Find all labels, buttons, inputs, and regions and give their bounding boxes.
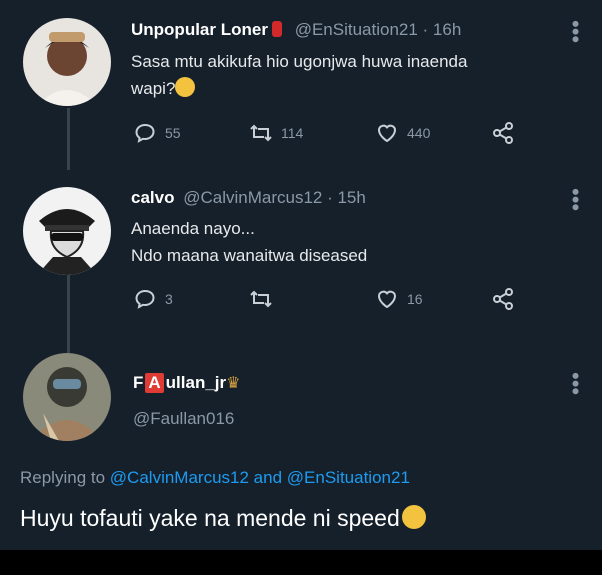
more-icon[interactable]: ••• — [563, 372, 588, 395]
share-button[interactable] — [491, 287, 515, 311]
letter-a-badge: A — [145, 373, 164, 393]
rose-icon — [271, 21, 282, 37]
timestamp[interactable]: · 16h — [423, 20, 462, 39]
thinking-emoji-icon — [175, 77, 196, 97]
reply-icon — [135, 123, 155, 143]
retweet-count: 114 — [281, 125, 304, 141]
display-name-part: F — [133, 373, 144, 392]
display-name[interactable]: F Aullan_jr — [133, 373, 227, 393]
tweet-header: calvo @CalvinMarcus12 · 15h — [131, 188, 366, 208]
more-icon[interactable]: ••• — [563, 20, 588, 43]
retweet-icon — [250, 290, 272, 308]
share-icon — [493, 122, 513, 144]
tweet-text: Anaenda nayo... Ndo maana wanaitwa disea… — [131, 215, 367, 269]
display-name[interactable]: Unpopular Loner — [131, 20, 268, 39]
handle-text: @Faullan016 — [133, 409, 235, 428]
tweet-text: Sasa mtu akikufa hio ugonjwa huwa inaend… — [131, 48, 467, 102]
reply-icon — [135, 289, 155, 309]
like-count: 16 — [407, 291, 423, 307]
like-icon — [377, 124, 397, 143]
bottom-bar — [0, 550, 602, 575]
tweet-text: Huyu tofauti yake na mende ni speed — [20, 505, 426, 532]
tweet-header: F Aullan_jr♛ — [133, 373, 240, 393]
reply-count: 55 — [165, 125, 181, 141]
crown-icon: ♛ — [226, 375, 241, 392]
retweet-icon — [250, 124, 272, 142]
display-name-part: ullan_jr — [165, 373, 227, 392]
display-name[interactable]: calvo — [131, 188, 174, 207]
avatar[interactable] — [23, 18, 111, 106]
share-icon — [493, 288, 513, 310]
like-button[interactable]: 440 — [375, 121, 430, 145]
mention-link[interactable]: @CalvinMarcus12 — [110, 468, 249, 487]
tweet-text-line: Sasa mtu akikufa hio ugonjwa huwa inaend… — [131, 52, 468, 71]
handle[interactable]: @Faullan016 — [133, 409, 234, 429]
replying-label: Replying to — [20, 468, 106, 487]
timestamp[interactable]: · 15h — [327, 188, 366, 207]
reply-button[interactable]: 55 — [133, 121, 181, 145]
share-button[interactable] — [491, 121, 515, 145]
retweet-button[interactable] — [249, 287, 281, 311]
tweet-text-line: wapi? — [131, 75, 467, 102]
avatar[interactable] — [23, 353, 111, 441]
cowboy-emoji-icon — [401, 505, 426, 529]
handle[interactable]: @EnSituation21 — [295, 20, 418, 39]
tweet-actions: 3 16 — [133, 287, 533, 311]
tweet-text-line: Anaenda nayo... — [131, 219, 255, 238]
like-icon — [377, 290, 397, 309]
reply-button[interactable]: 3 — [133, 287, 173, 311]
tweet-text-fragment: wapi? — [131, 79, 176, 98]
thread-line — [67, 108, 70, 170]
tweet-header: Unpopular Loner @EnSituation21 · 16h — [131, 20, 461, 40]
mention-link[interactable]: @EnSituation21 — [287, 468, 410, 487]
tweet-text-content: Huyu tofauti yake na mende ni speed — [20, 505, 400, 531]
mention-and: and — [253, 468, 283, 487]
more-icon[interactable]: ••• — [563, 188, 588, 211]
avatar[interactable] — [23, 187, 111, 275]
tweet-text-line: Ndo maana wanaitwa diseased — [131, 246, 368, 265]
handle[interactable]: @CalvinMarcus12 — [183, 188, 322, 207]
reply-count: 3 — [165, 291, 173, 307]
replying-to: Replying to @CalvinMarcus12 and @EnSitua… — [20, 468, 410, 488]
retweet-button[interactable]: 114 — [249, 121, 303, 145]
like-count: 440 — [407, 125, 431, 141]
like-button[interactable]: 16 — [375, 287, 423, 311]
thread-line — [67, 275, 70, 353]
tweet-actions: 55 114 440 — [133, 121, 533, 145]
